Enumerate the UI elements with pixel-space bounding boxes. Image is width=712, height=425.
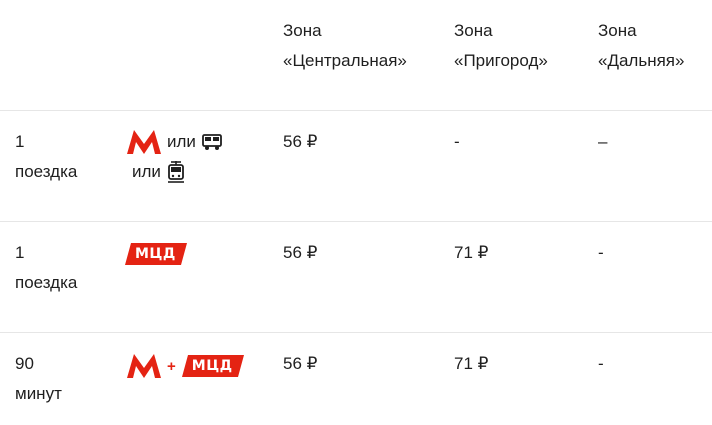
- mcd-label: МЦД: [135, 246, 176, 262]
- header-zone-central-line2: «Центральная»: [283, 51, 407, 70]
- header-zone-central-line1: Зона: [283, 21, 322, 40]
- duration-unit: поездка: [15, 162, 78, 181]
- price-suburb: 71 ₽: [454, 243, 489, 262]
- row-divider: [0, 221, 712, 222]
- transport-line-mcd: МЦД: [125, 243, 189, 265]
- price-far: -: [598, 243, 604, 262]
- header-zone-suburb: Зона «Пригород»: [454, 16, 548, 76]
- price-far: –: [598, 132, 608, 151]
- transport-line-tram: или: [132, 161, 185, 183]
- header-zone-suburb-line2: «Пригород»: [454, 51, 548, 70]
- duration-unit: поездка: [15, 273, 78, 292]
- plus-sign: +: [167, 357, 176, 375]
- header-zone-suburb-line1: Зона: [454, 21, 493, 40]
- transport-line-metro-bus: или: [127, 130, 222, 154]
- duration-value: 1: [15, 243, 25, 262]
- header-zone-far-line1: Зона: [598, 21, 637, 40]
- transport-line-metro-mcd: + МЦД: [127, 354, 246, 378]
- header-zone-far-line2: «Дальняя»: [598, 51, 685, 70]
- tram-icon: [167, 161, 184, 183]
- mcd-logo-icon: МЦД: [125, 243, 189, 265]
- price-suburb: 71 ₽: [454, 354, 489, 373]
- price-central: 56 ₽: [283, 354, 318, 373]
- metro-logo-icon: [127, 354, 161, 378]
- mcd-label: МЦД: [191, 358, 233, 374]
- header-zone-far: Зона «Дальняя»: [598, 16, 684, 76]
- duration-value: 90: [15, 354, 34, 373]
- header-zone-central: Зона «Центральная»: [283, 16, 407, 76]
- duration-value: 1: [15, 132, 25, 151]
- or-text: или: [132, 162, 161, 181]
- row-duration: 90 минут: [15, 349, 62, 409]
- mcd-logo-icon: МЦД: [181, 355, 246, 377]
- price-far: -: [598, 354, 604, 373]
- price-central: 56 ₽: [283, 132, 318, 151]
- row-divider: [0, 110, 712, 111]
- bus-icon: [202, 134, 222, 150]
- or-text: или: [167, 132, 196, 151]
- row-duration: 1 поездка: [15, 127, 77, 187]
- row-duration: 1 поездка: [15, 238, 77, 298]
- duration-unit: минут: [15, 384, 62, 403]
- price-central: 56 ₽: [283, 243, 318, 262]
- metro-logo-icon: [127, 130, 161, 154]
- row-divider: [0, 332, 712, 333]
- price-suburb: -: [454, 132, 460, 151]
